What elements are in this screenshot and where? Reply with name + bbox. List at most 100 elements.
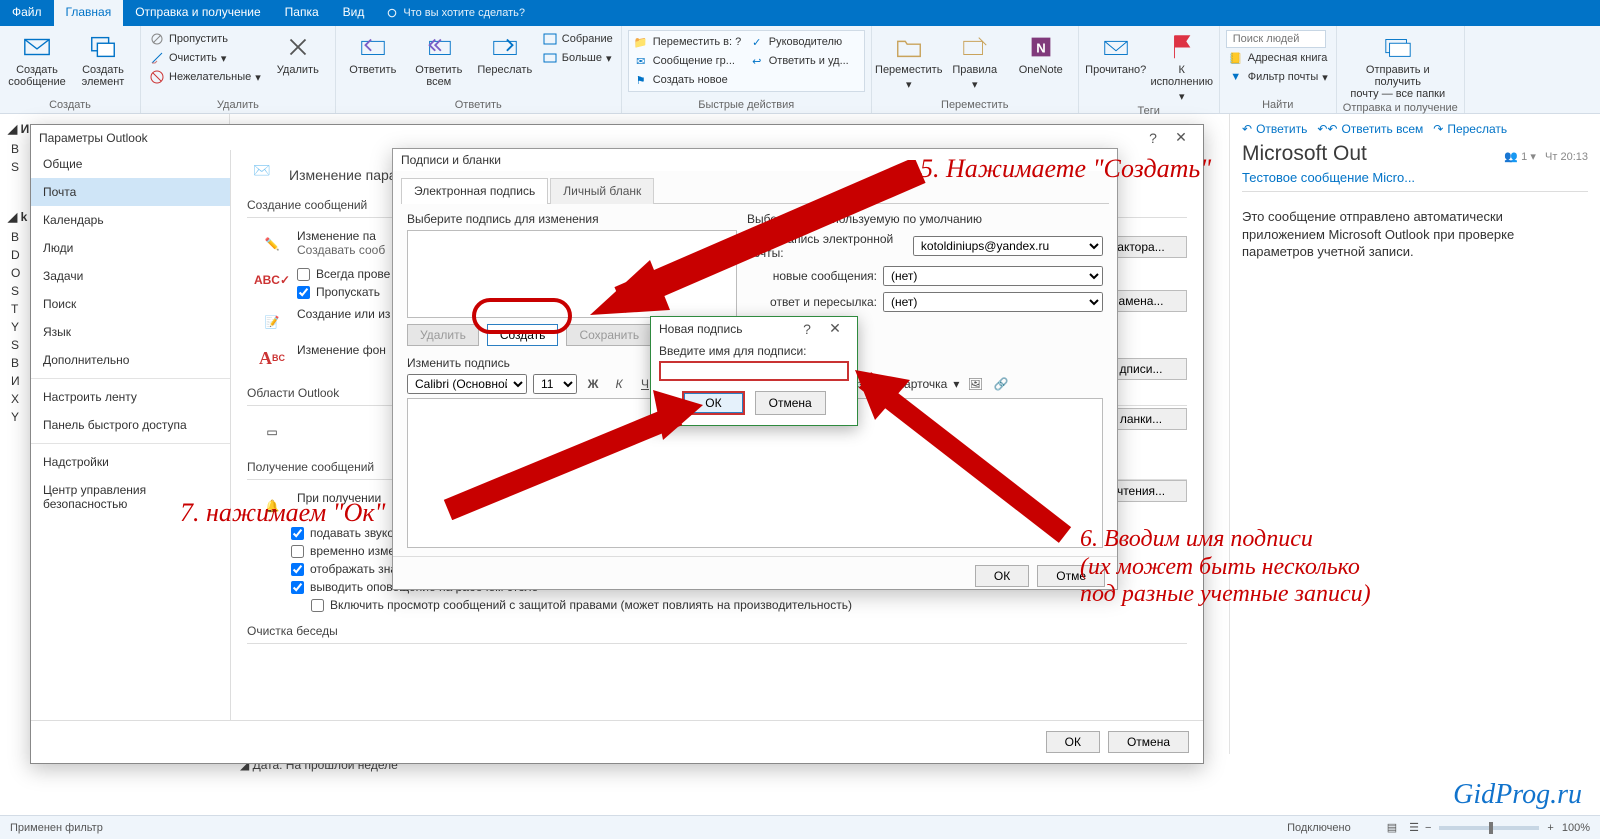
opt-nav-general[interactable]: Общие <box>31 150 230 178</box>
qs-moveto[interactable]: 📁Переместить в: ? <box>631 33 746 51</box>
opt-nav-advanced[interactable]: Дополнительно <box>31 346 230 374</box>
forward-link[interactable]: ↷Переслать <box>1433 122 1507 136</box>
reply-link[interactable]: ↶Ответить <box>1242 122 1307 136</box>
newsig-help-button[interactable]: ? <box>793 321 821 337</box>
opt-nav-lang[interactable]: Язык <box>31 318 230 346</box>
opt-nav-calendar[interactable]: Календарь <box>31 206 230 234</box>
newsig-ok-button[interactable]: ОК <box>684 393 742 413</box>
qs-team[interactable]: ✉Сообщение гр... <box>631 52 746 70</box>
sig-save-button[interactable]: Сохранить <box>566 324 652 346</box>
sig-create-button[interactable]: Создать <box>487 324 559 346</box>
forward-button[interactable]: Переслать <box>474 30 536 76</box>
mail-icon <box>22 32 52 62</box>
tab-sendrecv[interactable]: Отправка и получение <box>123 0 272 26</box>
opt-nav-qat[interactable]: Панель быстрого доступа <box>31 411 230 439</box>
junk-button[interactable]: Нежелательные ▾ <box>147 68 263 86</box>
newsig-title: Новая подпись <box>659 322 793 336</box>
image-button[interactable]: 🖼 <box>965 374 985 394</box>
delete-button[interactable]: Удалить <box>267 30 329 76</box>
onenote-icon: N <box>1026 32 1056 62</box>
sig-replies-select[interactable]: (нет) <box>883 292 1103 312</box>
chk-cursor[interactable] <box>291 545 304 558</box>
tab-home[interactable]: Главная <box>54 0 124 26</box>
folder-arrow-icon: 📁 <box>633 34 649 50</box>
signature-list[interactable] <box>407 230 737 318</box>
tell-me[interactable]: Что вы хотите сделать? <box>376 0 525 26</box>
sig-font-select[interactable]: Calibri (Основной те <box>407 374 527 394</box>
zoom-out-button[interactable]: − <box>1425 822 1431 834</box>
qs-createnew[interactable]: ⚑Создать новое <box>631 71 746 89</box>
cleanup-button[interactable]: Очистить ▾ <box>147 49 263 67</box>
chk-desktop-alert[interactable] <box>291 581 304 594</box>
group-new-label: Создать <box>6 97 134 113</box>
opt-nav-tasks[interactable]: Задачи <box>31 262 230 290</box>
zoom-in-button[interactable]: + <box>1547 822 1553 834</box>
zoom-slider[interactable] <box>1439 826 1539 830</box>
options-close-button[interactable]: ✕ <box>1167 129 1195 146</box>
sig-delete-button[interactable]: Удалить <box>407 324 479 346</box>
tab-file[interactable]: Файл <box>0 0 54 26</box>
followup-button[interactable]: К исполнению ▾ <box>1151 30 1213 103</box>
watermark: GidProg.ru <box>1453 779 1582 811</box>
ignore-button[interactable]: Пропустить <box>147 30 263 48</box>
vcard-button[interactable]: Визитная карточка <box>843 377 947 391</box>
opt-nav-trust[interactable]: Центр управления безопасностью <box>31 476 230 518</box>
msg-meta: 👥 1 ▾ Чт 20:13 <box>1504 150 1588 163</box>
view-normal-icon[interactable]: ▤ <box>1381 821 1403 834</box>
chk-always[interactable] <box>297 268 310 281</box>
sender-name: Microsoft Out <box>1242 142 1367 166</box>
newsig-name-input[interactable] <box>659 361 849 381</box>
sig-tab-signature[interactable]: Электронная подпись <box>401 178 548 204</box>
junk-icon <box>149 69 165 85</box>
view-reading-icon[interactable]: ☰ <box>1403 821 1425 834</box>
qs-replydel[interactable]: ↩Ответить и уд... <box>747 52 862 70</box>
opt-nav-customize-ribbon[interactable]: Настроить ленту <box>31 383 230 411</box>
reply-all-icon: ↶↶ <box>1317 122 1337 136</box>
chk-sound[interactable] <box>291 527 304 540</box>
tab-view[interactable]: Вид <box>331 0 377 26</box>
rules-button[interactable]: Правила ▾ <box>944 30 1006 91</box>
newsig-label: Введите имя для подписи: <box>659 344 849 358</box>
meeting-button[interactable]: Собрание <box>540 30 615 48</box>
broom-icon <box>149 50 165 66</box>
sendrecv-all-button[interactable]: Отправить и получить почту — все папки <box>1343 30 1453 100</box>
reply-button[interactable]: Ответить <box>342 30 404 76</box>
options-cancel-button[interactable]: Отмена <box>1108 731 1189 753</box>
newsig-close-button[interactable]: ✕ <box>821 320 849 337</box>
new-mail-button[interactable]: Создать сообщение <box>6 30 68 88</box>
opt-nav-search[interactable]: Поиск <box>31 290 230 318</box>
newsig-cancel-button[interactable]: Отмена <box>755 391 826 415</box>
chk-skip[interactable] <box>297 286 310 299</box>
opt-nav-mail[interactable]: Почта <box>31 178 230 206</box>
tab-folder[interactable]: Папка <box>273 0 331 26</box>
envelope-icon: ✉️ <box>253 162 279 188</box>
qs-manager[interactable]: ✓Руководителю <box>747 33 862 51</box>
sig-size-select[interactable]: 11 <box>533 374 577 394</box>
onenote-button[interactable]: NOneNote <box>1010 30 1072 76</box>
new-item-button[interactable]: Создать элемент <box>72 30 134 88</box>
read-button[interactable]: Прочитано? <box>1085 30 1147 76</box>
options-ok-button[interactable]: ОК <box>1046 731 1100 753</box>
sig-ok-button[interactable]: ОК <box>975 565 1029 587</box>
options-help-button[interactable]: ? <box>1139 130 1167 146</box>
address-book-button[interactable]: 📒Адресная книга <box>1226 49 1330 67</box>
more-respond-button[interactable]: Больше ▾ <box>540 49 615 67</box>
sig-cancel-button[interactable]: Отме <box>1037 565 1105 587</box>
sig-tab-stationery[interactable]: Личный бланк <box>550 178 654 204</box>
move-button[interactable]: Переместить ▾ <box>878 30 940 91</box>
chk-tray[interactable] <box>291 563 304 576</box>
italic-button[interactable]: К <box>609 374 629 394</box>
search-people-input[interactable] <box>1226 30 1326 48</box>
group-delete-label: Удалить <box>147 97 329 113</box>
opt-nav-people[interactable]: Люди <box>31 234 230 262</box>
opt-nav-addins[interactable]: Надстройки <box>31 448 230 476</box>
reply-all-icon <box>424 32 454 62</box>
sig-acct-select[interactable]: kotoldiniups@yandex.ru <box>913 236 1103 256</box>
bold-button[interactable]: Ж <box>583 374 603 394</box>
link-button[interactable]: 🔗 <box>991 374 1011 394</box>
filter-mail-button[interactable]: ▼Фильтр почты ▾ <box>1226 68 1330 86</box>
sig-newmsg-select[interactable]: (нет) <box>883 266 1103 286</box>
chk-rights[interactable] <box>311 599 324 612</box>
reply-all-link[interactable]: ↶↶Ответить всем <box>1317 122 1423 136</box>
reply-all-button[interactable]: Ответить всем <box>408 30 470 88</box>
